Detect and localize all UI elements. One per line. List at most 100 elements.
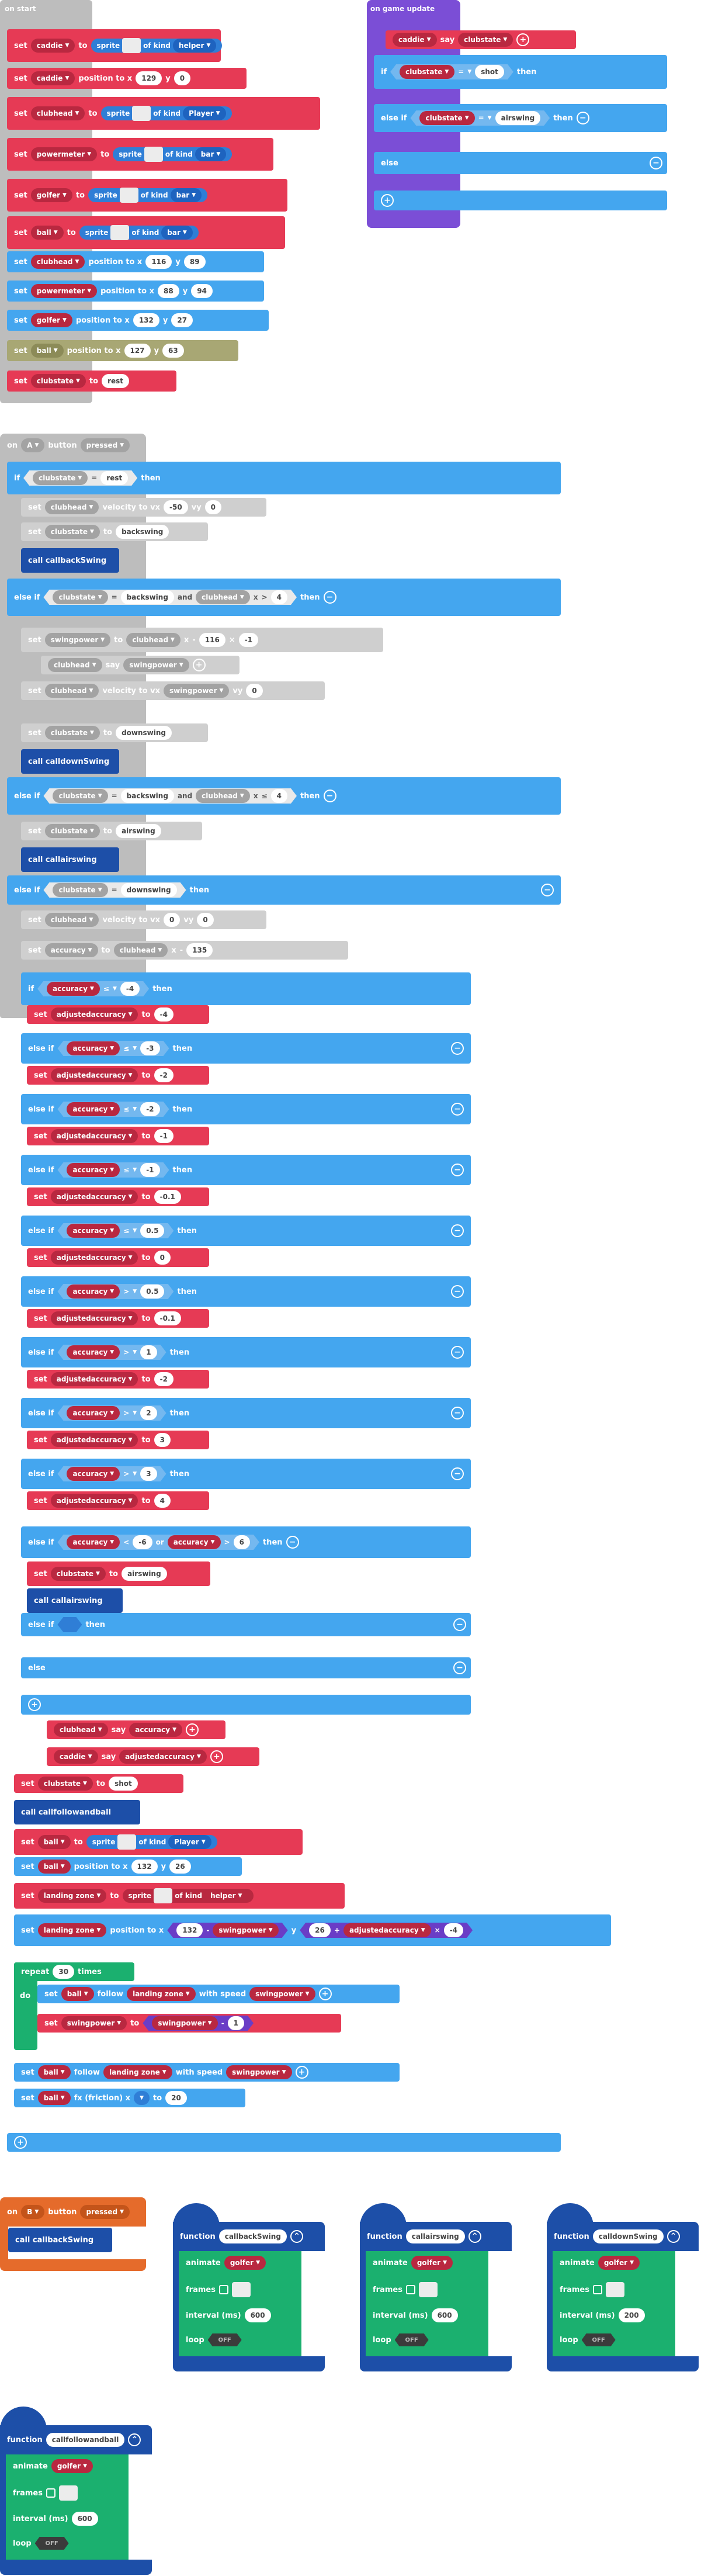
compare-condition[interactable]: accuracy ▼ ≤ ▼ -4 [37,981,149,996]
loop-toggle[interactable]: OFF [208,2333,242,2346]
repeat-header[interactable]: repeat 30 times [14,1962,134,1981]
eq-op[interactable]: = [458,68,464,76]
shot-condition[interactable]: clubstate ▼ = ▼ shot [390,64,513,79]
golfer-dropdown[interactable]: golfer ▼ [411,2256,453,2270]
swingpower-dropdown[interactable]: swingpower ▼ [44,633,111,647]
clubhead-dropdown[interactable]: clubhead ▼ [54,1723,108,1737]
set-adjustedaccuracy[interactable]: set adjustedaccuracy ▼ to -0.1 [27,1187,209,1206]
interval-value[interactable]: 200 [618,2308,645,2322]
sprite-image[interactable] [144,147,163,162]
add-icon[interactable]: + [192,659,206,671]
ladder-condition[interactable]: else if accuracy ▼ ≤ ▼ 0.5 then − [21,1216,471,1246]
gt-op[interactable]: > [224,1538,230,1546]
kind-dropdown[interactable]: helper ▼ [204,1889,248,1903]
airswing-string[interactable]: airswing [116,824,161,838]
op-chevron-icon[interactable]: ▼ [488,115,492,121]
remove-icon[interactable]: − [451,1407,464,1419]
kind-dropdown[interactable]: Player ▼ [168,1835,211,1849]
add-icon[interactable]: + [186,1723,199,1736]
compare-op[interactable]: ≤ [103,985,109,993]
set-landing-zone-position[interactable]: set landing zone ▼ position to x 132 - sw… [14,1914,611,1946]
compare-op[interactable]: > [123,1409,129,1417]
if-root-footer[interactable]: + [7,2133,561,2152]
remove-icon[interactable]: − [451,1285,464,1298]
remove-icon[interactable]: − [541,884,554,896]
function-name[interactable]: callairswing [405,2229,465,2243]
compare-value[interactable]: 0.5 [140,1224,164,1238]
sprite-image[interactable] [154,1888,173,1903]
variable-dropdown[interactable]: powermeter ▼ [30,284,98,298]
compare-value[interactable]: -1 [140,1163,159,1177]
sprite-image[interactable] [122,38,141,53]
adjusted-value[interactable]: -4 [154,1007,173,1022]
clubstate-dropdown[interactable]: clubstate ▼ [33,471,88,485]
op-chevron-icon[interactable]: ▼ [133,1410,137,1416]
else-if-empty[interactable]: else if then − [21,1613,471,1636]
x-value[interactable]: 132 [131,1860,158,1874]
else-block[interactable]: else − [374,152,667,174]
landing-zone-dropdown[interactable]: landing zone ▼ [37,1889,107,1903]
four-value[interactable]: 4 [271,789,287,803]
set-adjustedaccuracy[interactable]: set adjustedaccuracy ▼ to -1 [27,1127,209,1145]
accuracy-dropdown[interactable]: accuracy ▼ [44,943,98,957]
clubstate-dropdown[interactable]: clubstate ▼ [53,789,107,803]
button-dropdown[interactable]: A ▼ [21,438,45,452]
y-value[interactable]: 89 [183,255,206,269]
downswing-string[interactable]: downswing [121,883,177,897]
interval-value[interactable]: 600 [431,2308,458,2322]
collapse-icon[interactable]: ⌃ [468,2230,481,2243]
if-rest[interactable]: if clubstate ▼ = rest then [7,462,561,494]
compare-op[interactable]: > [123,1348,129,1356]
on-start-row[interactable]: set clubhead ▼ position to x 116 y 89 [7,251,264,272]
backswing-string[interactable]: backswing [121,590,174,604]
grid-icon[interactable] [592,2285,602,2294]
kind-dropdown[interactable]: bar ▼ [195,147,227,161]
and-condition[interactable]: clubstate ▼ = backswing and clubhead ▼ x ≤… [43,788,297,804]
variable-dropdown[interactable]: golfer ▼ [30,313,72,327]
function-name[interactable]: calldownSwing [592,2229,664,2243]
accuracy-dropdown[interactable]: accuracy ▼ [67,1467,120,1481]
accuracy-dropdown[interactable]: accuracy ▼ [67,1284,120,1299]
set-swingpower[interactable]: set swingpower ▼ to clubhead ▼ x - 116 × -… [21,628,383,652]
accuracy-dropdown[interactable]: accuracy ▼ [67,1406,120,1420]
set-clubhead-velocity-0[interactable]: set clubhead ▼ velocity to vx 0 vy 0 [21,910,266,929]
set-landing-zone-sprite[interactable]: set landing zone ▼ to sprite of kind helper… [14,1883,345,1909]
gt-op[interactable]: > [262,593,268,601]
vx-value[interactable]: 0 [164,913,181,927]
airswing-string[interactable]: airswing [495,111,541,125]
on-start-row[interactable]: set clubstate ▼ to rest [7,371,176,392]
set-adjustedaccuracy[interactable]: set adjustedaccuracy ▼ to -0.1 [27,1309,209,1328]
accuracy-dropdown[interactable]: accuracy ▼ [168,1535,221,1549]
set-ball-friction[interactable]: set ball ▼ fx (friction) x ▼ to 20 [14,2089,245,2107]
or-condition[interactable]: accuracy ▼ < -6 or accuracy ▼ > 6 [57,1535,259,1550]
accuracy-dropdown[interactable]: accuracy ▼ [67,1345,120,1359]
variable-dropdown[interactable]: powermeter ▼ [30,147,98,161]
value-116[interactable]: 116 [199,633,225,647]
compare-op[interactable]: ≤ [123,1105,129,1113]
repeat-count[interactable]: 30 [53,1965,75,1979]
mul-value[interactable]: -4 [444,1923,463,1937]
set-clubstate-shot[interactable]: set clubstate ▼ to shot [14,1774,183,1793]
grid-icon[interactable] [46,2488,55,2498]
value-1[interactable]: 1 [228,2016,244,2030]
x-value[interactable]: 116 [145,255,172,269]
y-value[interactable]: 0 [173,71,191,85]
adjusted-value[interactable]: -2 [154,1372,173,1386]
landing-zone-dropdown[interactable]: landing zone ▼ [103,2065,172,2079]
remove-icon[interactable]: − [650,157,662,169]
add-icon[interactable]: + [210,1750,223,1763]
vy-value[interactable]: 0 [246,684,263,698]
variable-dropdown[interactable]: ball ▼ [30,344,64,358]
clubhead-dropdown[interactable]: clubhead ▼ [126,633,181,647]
set-adjustedaccuracy[interactable]: set adjustedaccuracy ▼ to -2 [27,1370,209,1389]
compare-condition[interactable]: accuracy ▼ > ▼ 3 [57,1466,166,1481]
ladder-condition[interactable]: else if accuracy ▼ ≤ ▼ -3 then − [21,1033,471,1064]
ball-dropdown[interactable]: ball ▼ [37,2091,71,2105]
button-dropdown[interactable]: B ▼ [21,2205,45,2219]
function-name[interactable]: callfollowandball [46,2433,125,2447]
set-clubstate-airswing[interactable]: set clubstate ▼ to airswing [21,822,202,840]
rest-string[interactable]: rest [100,471,128,485]
call-backswing[interactable]: call callbackSwing [21,548,119,573]
compare-value[interactable]: 3 [140,1467,157,1481]
adjustedaccuracy-dropdown[interactable]: adjustedaccuracy ▼ [50,1068,138,1082]
